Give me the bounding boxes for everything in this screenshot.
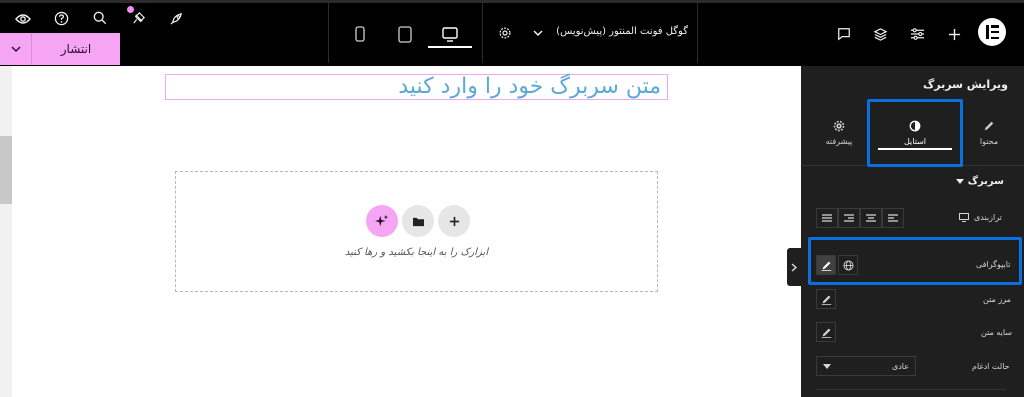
align-right-icon[interactable]	[838, 208, 860, 228]
panel-title: ویرایش سربرگ	[923, 78, 1008, 91]
style-tab-highlight	[867, 99, 963, 167]
mobile-icon[interactable]	[352, 24, 368, 44]
search-icon[interactable]	[91, 9, 109, 27]
tablet-icon[interactable]	[395, 24, 415, 44]
pencil-icon	[984, 121, 994, 131]
divider	[482, 3, 483, 63]
chevron-down-icon	[10, 45, 21, 52]
caret-down-icon	[823, 363, 831, 369]
help-icon[interactable]	[52, 9, 70, 27]
align-left-icon[interactable]	[882, 208, 904, 228]
section-heading-label: سربرگ	[967, 176, 1004, 187]
chevron-right-icon	[791, 262, 797, 272]
gear-icon	[833, 120, 845, 132]
blend-mode-select[interactable]: عادی	[816, 356, 916, 376]
empty-section-drop-zone[interactable]: ابزارک را به اینجا بکشید و رها کنید	[175, 171, 658, 292]
canvas-scrollbar-track[interactable]	[0, 66, 12, 397]
divider	[328, 3, 329, 63]
ai-sparkle-icon[interactable]	[366, 205, 398, 237]
panel-divider	[816, 389, 1006, 390]
document-title[interactable]: گوگل فونت المنتور (پیش‌نویس)	[552, 26, 688, 37]
panel-collapse-button[interactable]	[787, 248, 801, 286]
text-shadow-edit-pencil-icon[interactable]	[816, 322, 836, 342]
divider	[697, 3, 698, 63]
desktop-icon[interactable]	[440, 24, 460, 44]
plus-icon[interactable]	[945, 25, 963, 43]
chevron-down-icon[interactable]	[531, 26, 545, 40]
align-justify-icon[interactable]	[816, 208, 838, 228]
responsive-desktop-icon[interactable]	[958, 212, 970, 222]
tab-advanced-label: پیشرفته	[825, 137, 853, 146]
elementor-editor: انتشار گوگل فونت المنتور (پیش‌نویس) م	[0, 0, 1024, 397]
canvas-scrollbar-thumb[interactable]	[0, 136, 12, 204]
page-settings-gear-icon[interactable]	[496, 24, 514, 42]
heading-widget[interactable]: متن سربرگ خود را وارد کنید	[165, 74, 668, 100]
caret-down-icon	[955, 178, 964, 184]
active-device-indicator	[428, 46, 472, 48]
alignment-label: ترازبندی	[974, 213, 1002, 222]
blend-mode-label: حالت ادغام	[972, 362, 1010, 371]
settings-sliders-icon[interactable]	[908, 25, 926, 43]
elementor-logo[interactable]	[978, 18, 1006, 46]
notes-icon[interactable]	[129, 9, 147, 27]
layers-icon[interactable]	[871, 25, 889, 43]
comment-icon[interactable]	[835, 25, 853, 43]
text-shadow-label: سایه متن	[981, 328, 1012, 337]
text-stroke-label: مرز متن	[983, 295, 1011, 304]
align-center-icon[interactable]	[860, 208, 882, 228]
folder-icon[interactable]	[402, 205, 434, 237]
rocket-icon[interactable]	[167, 9, 185, 27]
text-stroke-edit-pencil-icon[interactable]	[816, 289, 836, 309]
publish-button[interactable]: انتشار	[32, 33, 120, 65]
section-heading[interactable]: سربرگ	[955, 176, 1004, 187]
blend-mode-value: عادی	[891, 361, 909, 371]
drop-hint: ابزارک را به اینجا بکشید و رها کنید	[344, 247, 489, 258]
tab-content[interactable]: محتوا	[959, 110, 1019, 156]
publish-options-button[interactable]	[0, 33, 32, 65]
heading-text[interactable]: متن سربرگ خود را وارد کنید	[398, 74, 661, 99]
tab-advanced[interactable]: پیشرفته	[809, 110, 869, 156]
add-section-plus-icon[interactable]	[438, 205, 470, 237]
tab-content-label: محتوا	[979, 137, 999, 146]
typography-row-highlight	[808, 237, 1022, 285]
eye-icon[interactable]	[14, 10, 32, 28]
alignment-control	[816, 208, 904, 228]
